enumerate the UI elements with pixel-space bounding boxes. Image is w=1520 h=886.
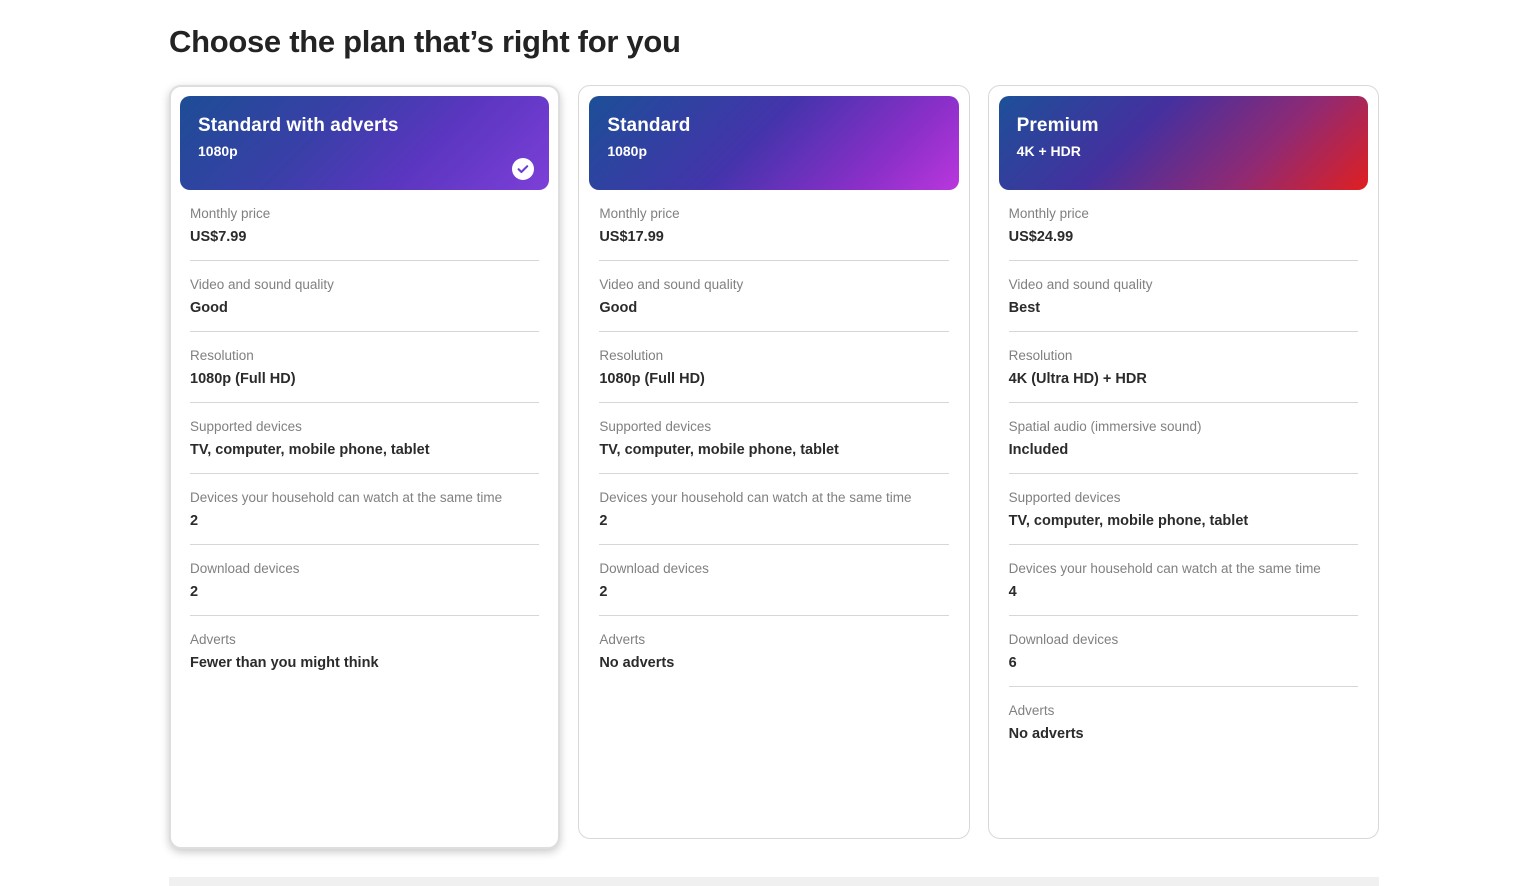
feature-value: Good [190,300,228,316]
feature-value: 4 [1008,584,1017,600]
plan-subtitle: 1080p [607,143,648,159]
feature-row: Download devices 2 [190,545,540,616]
feature-label: Monthly price [190,206,271,221]
plan-card-standard-with-adverts[interactable]: Standard with adverts 1080p Monthly pric… [169,85,561,849]
feature-label: Resolution [599,348,664,363]
feature-label: Monthly price [1008,206,1089,221]
feature-label: Adverts [1008,703,1055,718]
feature-row: Monthly price US$24.99 [1008,190,1358,261]
feature-value: US$24.99 [1008,229,1074,245]
feature-row: Download devices 6 [1008,616,1358,687]
feature-row: Supported devices TV, computer, mobile p… [599,403,949,474]
feature-label: Resolution [190,348,254,363]
feature-label: Download devices [1008,632,1119,647]
feature-label: Supported devices [599,419,712,434]
feature-row: Resolution 1080p (Full HD) [190,332,540,403]
feature-value: 2 [190,584,199,600]
feature-value: Best [1008,300,1041,316]
feature-value: US$17.99 [599,229,664,245]
feature-value: TV, computer, mobile phone, tablet [599,442,839,458]
feature-row: Resolution 4K (Ultra HD) + HDR [1008,332,1358,403]
feature-label: Monthly price [599,206,680,221]
feature-value: 2 [599,513,608,529]
plan-subtitle: 4K + HDR [1016,143,1081,159]
feature-value: US$7.99 [190,229,247,245]
feature-label: Video and sound quality [190,277,334,292]
feature-row: Monthly price US$7.99 [190,190,540,261]
feature-label: Video and sound quality [599,277,744,292]
feature-label: Resolution [1008,348,1073,363]
plan-feature-list: Monthly price US$17.99 Video and sound q… [589,190,958,686]
feature-row: Supported devices TV, computer, mobile p… [190,403,540,474]
feature-row: Adverts Fewer than you might think [190,616,539,686]
plan-subtitle: 1080p [198,143,238,159]
feature-row: Monthly price US$17.99 [599,190,949,261]
feature-label: Devices your household can watch at the … [599,490,912,505]
plan-selection-page: Choose the plan that’s right for you Sta… [0,0,1520,886]
feature-label: Download devices [190,561,300,576]
feature-row: Download devices 2 [599,545,949,616]
feature-value: No adverts [599,655,675,671]
check-circle-icon [516,162,530,176]
feature-label: Adverts [599,632,646,647]
plan-card-premium[interactable]: Premium 4K + HDR Monthly price US$24.99 … [987,85,1379,839]
plan-name: Premium [1016,115,1099,136]
plan-name: Standard [607,115,691,136]
feature-row: Adverts No adverts [599,616,948,686]
feature-row: Devices your household can watch at the … [190,474,540,545]
feature-value: Fewer than you might think [190,655,379,671]
feature-label: Supported devices [1008,490,1121,505]
feature-value: 6 [1008,655,1017,671]
feature-label: Adverts [190,632,236,647]
feature-row: Video and sound quality Best [1008,261,1358,332]
page-bottom-divider [169,877,1379,886]
feature-value: 4K (Ultra HD) + HDR [1008,371,1147,387]
feature-value: 1080p (Full HD) [190,371,296,387]
plan-card-standard[interactable]: Standard 1080p Monthly price US$17.99 Vi… [578,85,970,839]
plan-header-standard-with-adverts: Standard with adverts 1080p [180,96,550,190]
feature-label: Spatial audio (immersive sound) [1008,419,1202,434]
feature-value: TV, computer, mobile phone, tablet [190,442,430,458]
page-title: Choose the plan that’s right for you [169,24,681,59]
feature-value: TV, computer, mobile phone, tablet [1008,513,1249,529]
feature-value: 2 [599,584,608,600]
feature-row: Video and sound quality Good [190,261,540,332]
feature-value: No adverts [1008,726,1084,742]
feature-row: Devices your household can watch at the … [599,474,949,545]
plan-feature-list: Monthly price US$7.99 Video and sound qu… [180,190,549,686]
feature-row: Video and sound quality Good [599,261,949,332]
feature-label: Download devices [599,561,709,576]
feature-label: Devices your household can watch at the … [1008,561,1321,576]
feature-row: Resolution 1080p (Full HD) [599,332,949,403]
feature-row: Devices your household can watch at the … [1008,545,1358,616]
plan-header-standard: Standard 1080p [589,96,959,190]
feature-value: Good [599,300,638,316]
selected-check-badge[interactable] [512,158,535,180]
feature-label: Supported devices [190,419,302,434]
plan-feature-list: Monthly price US$24.99 Video and sound q… [999,190,1368,757]
feature-row: Adverts No adverts [1009,687,1358,757]
plan-name: Standard with adverts [198,115,399,136]
plan-card-list: Standard with adverts 1080p Monthly pric… [169,85,1379,849]
feature-value: 1080p (Full HD) [599,371,705,387]
feature-value: Included [1008,442,1069,458]
feature-row: Supported devices TV, computer, mobile p… [1008,474,1358,545]
feature-label: Devices your household can watch at the … [190,490,503,505]
feature-value: 2 [190,513,199,529]
plan-header-premium: Premium 4K + HDR [998,96,1368,190]
feature-row: Spatial audio (immersive sound) Included [1008,403,1358,474]
feature-label: Video and sound quality [1008,277,1153,292]
